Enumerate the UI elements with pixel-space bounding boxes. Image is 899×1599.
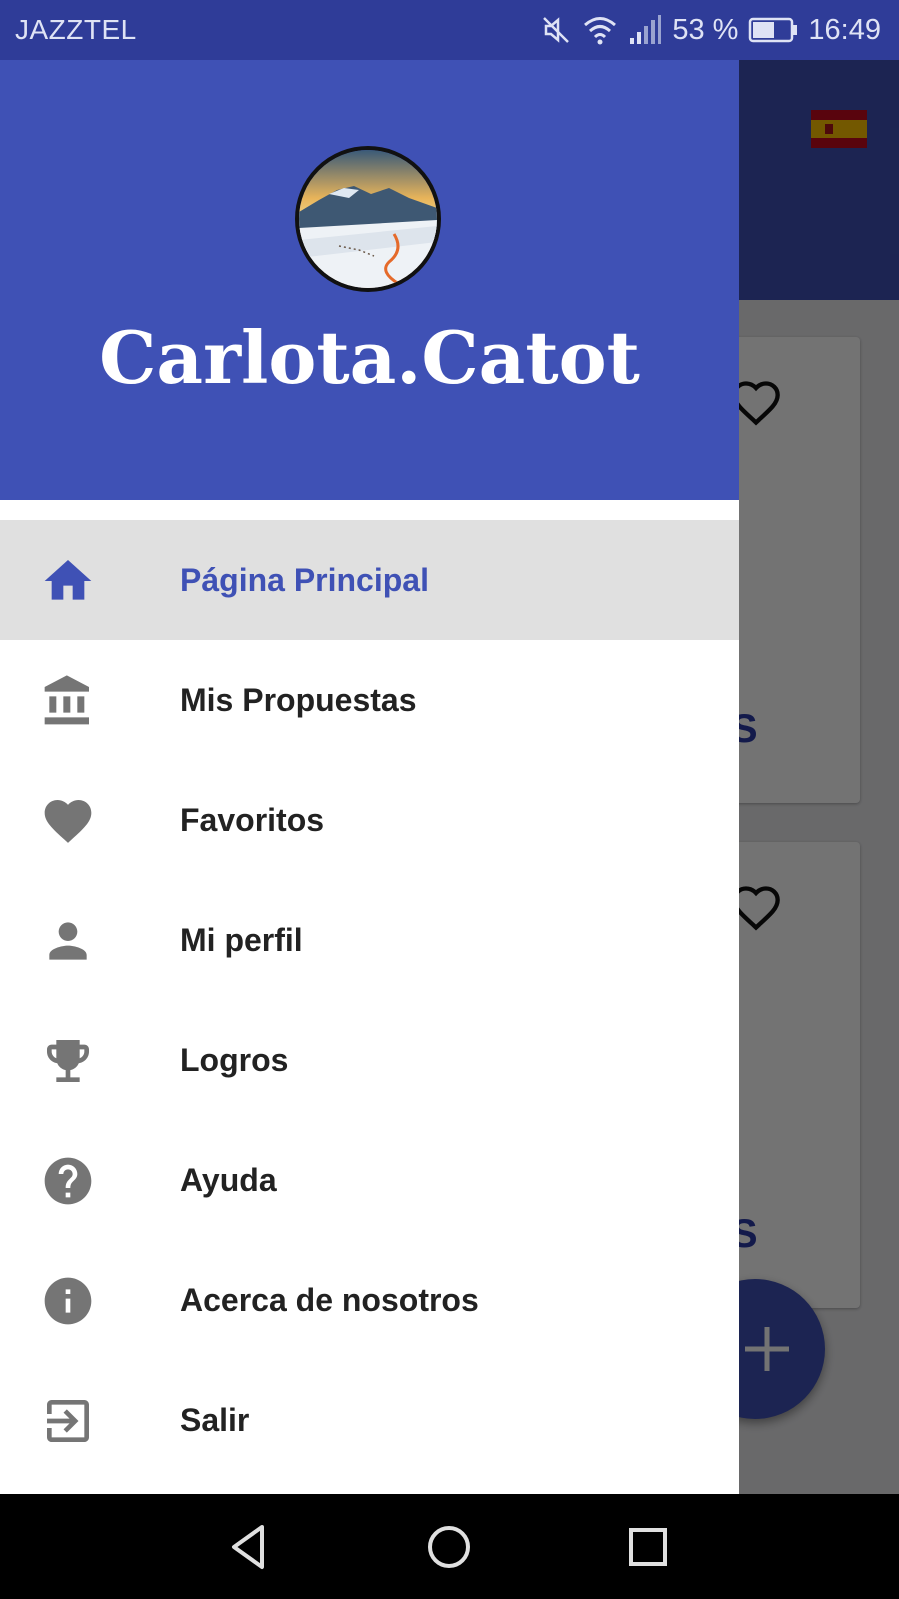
heart-icon [40, 793, 96, 849]
exit-icon [40, 1393, 96, 1449]
home-button-icon[interactable] [421, 1519, 477, 1575]
trophy-icon [40, 1033, 96, 1089]
battery-percent: 53 % [672, 13, 739, 46]
menu-item-logros[interactable]: Logros [0, 1000, 739, 1120]
menu-item-label: Página Principal [180, 561, 429, 598]
menu-item-favoritos[interactable]: Favoritos [0, 760, 739, 880]
menu-item-label: Mis Propuestas [180, 681, 417, 718]
menu-item-label: Mi perfil [180, 921, 303, 958]
carrier-name: JAZZTEL [15, 14, 137, 45]
back-icon[interactable] [222, 1519, 278, 1575]
menu-item-label: Favoritos [180, 801, 325, 838]
menu-item-ayuda[interactable]: Ayuda [0, 1120, 739, 1240]
username: Carlota.Catot [99, 315, 640, 400]
help-icon [40, 1153, 96, 1209]
menu-item-label: Acerca de nosotros [180, 1281, 479, 1318]
system-navigation-bar [0, 1494, 899, 1599]
menu-item-label: Logros [180, 1041, 289, 1078]
status-bar: JAZZTEL 53 % 16:49 [0, 0, 899, 60]
person-icon [40, 913, 96, 969]
profile-avatar[interactable] [295, 146, 441, 292]
menu-item-pagina-principal[interactable]: Página Principal [0, 520, 739, 640]
drawer-menu: Página Principal Mis Propuestas Favorito… [0, 520, 739, 1480]
info-icon [40, 1273, 96, 1329]
clock: 16:49 [808, 13, 881, 46]
menu-item-label: Ayuda [180, 1161, 277, 1198]
navigation-drawer: Carlota.Catot Página Principal Mis Propu… [0, 60, 739, 1494]
menu-item-acerca-de-nosotros[interactable]: Acerca de nosotros [0, 1240, 739, 1360]
menu-item-label: Salir [180, 1401, 250, 1438]
wifi-icon [582, 14, 618, 46]
home-icon [40, 553, 96, 609]
institution-icon [40, 673, 96, 729]
menu-item-mis-propuestas[interactable]: Mis Propuestas [0, 640, 739, 760]
drawer-header: Carlota.Catot [0, 60, 739, 500]
signal-icon [628, 14, 662, 46]
menu-item-mi-perfil[interactable]: Mi perfil [0, 880, 739, 1000]
menu-item-salir[interactable]: Salir [0, 1360, 739, 1480]
recents-icon[interactable] [620, 1519, 676, 1575]
mute-icon [540, 14, 572, 46]
battery-icon [748, 16, 798, 44]
